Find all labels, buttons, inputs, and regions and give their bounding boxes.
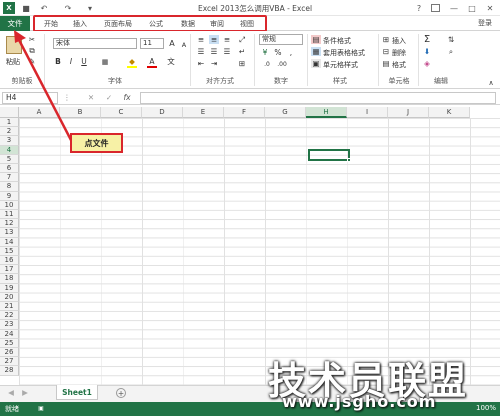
new-sheet-button[interactable]: + <box>116 388 126 398</box>
watermark-url: www.jsgho.com <box>282 392 437 411</box>
sheet-tab-sheet1[interactable]: Sheet1 <box>56 385 98 400</box>
callout-label: 点文件 <box>70 133 123 153</box>
zoom-level[interactable]: 100% <box>476 404 496 412</box>
macro-record-icon[interactable]: ▣ <box>36 404 46 413</box>
status-ready: 就绪 <box>5 405 19 413</box>
next-sheet-icon[interactable]: ▶ <box>20 388 30 397</box>
prev-sheet-icon[interactable]: ◀ <box>6 388 16 397</box>
arrow-shaft <box>16 37 74 143</box>
